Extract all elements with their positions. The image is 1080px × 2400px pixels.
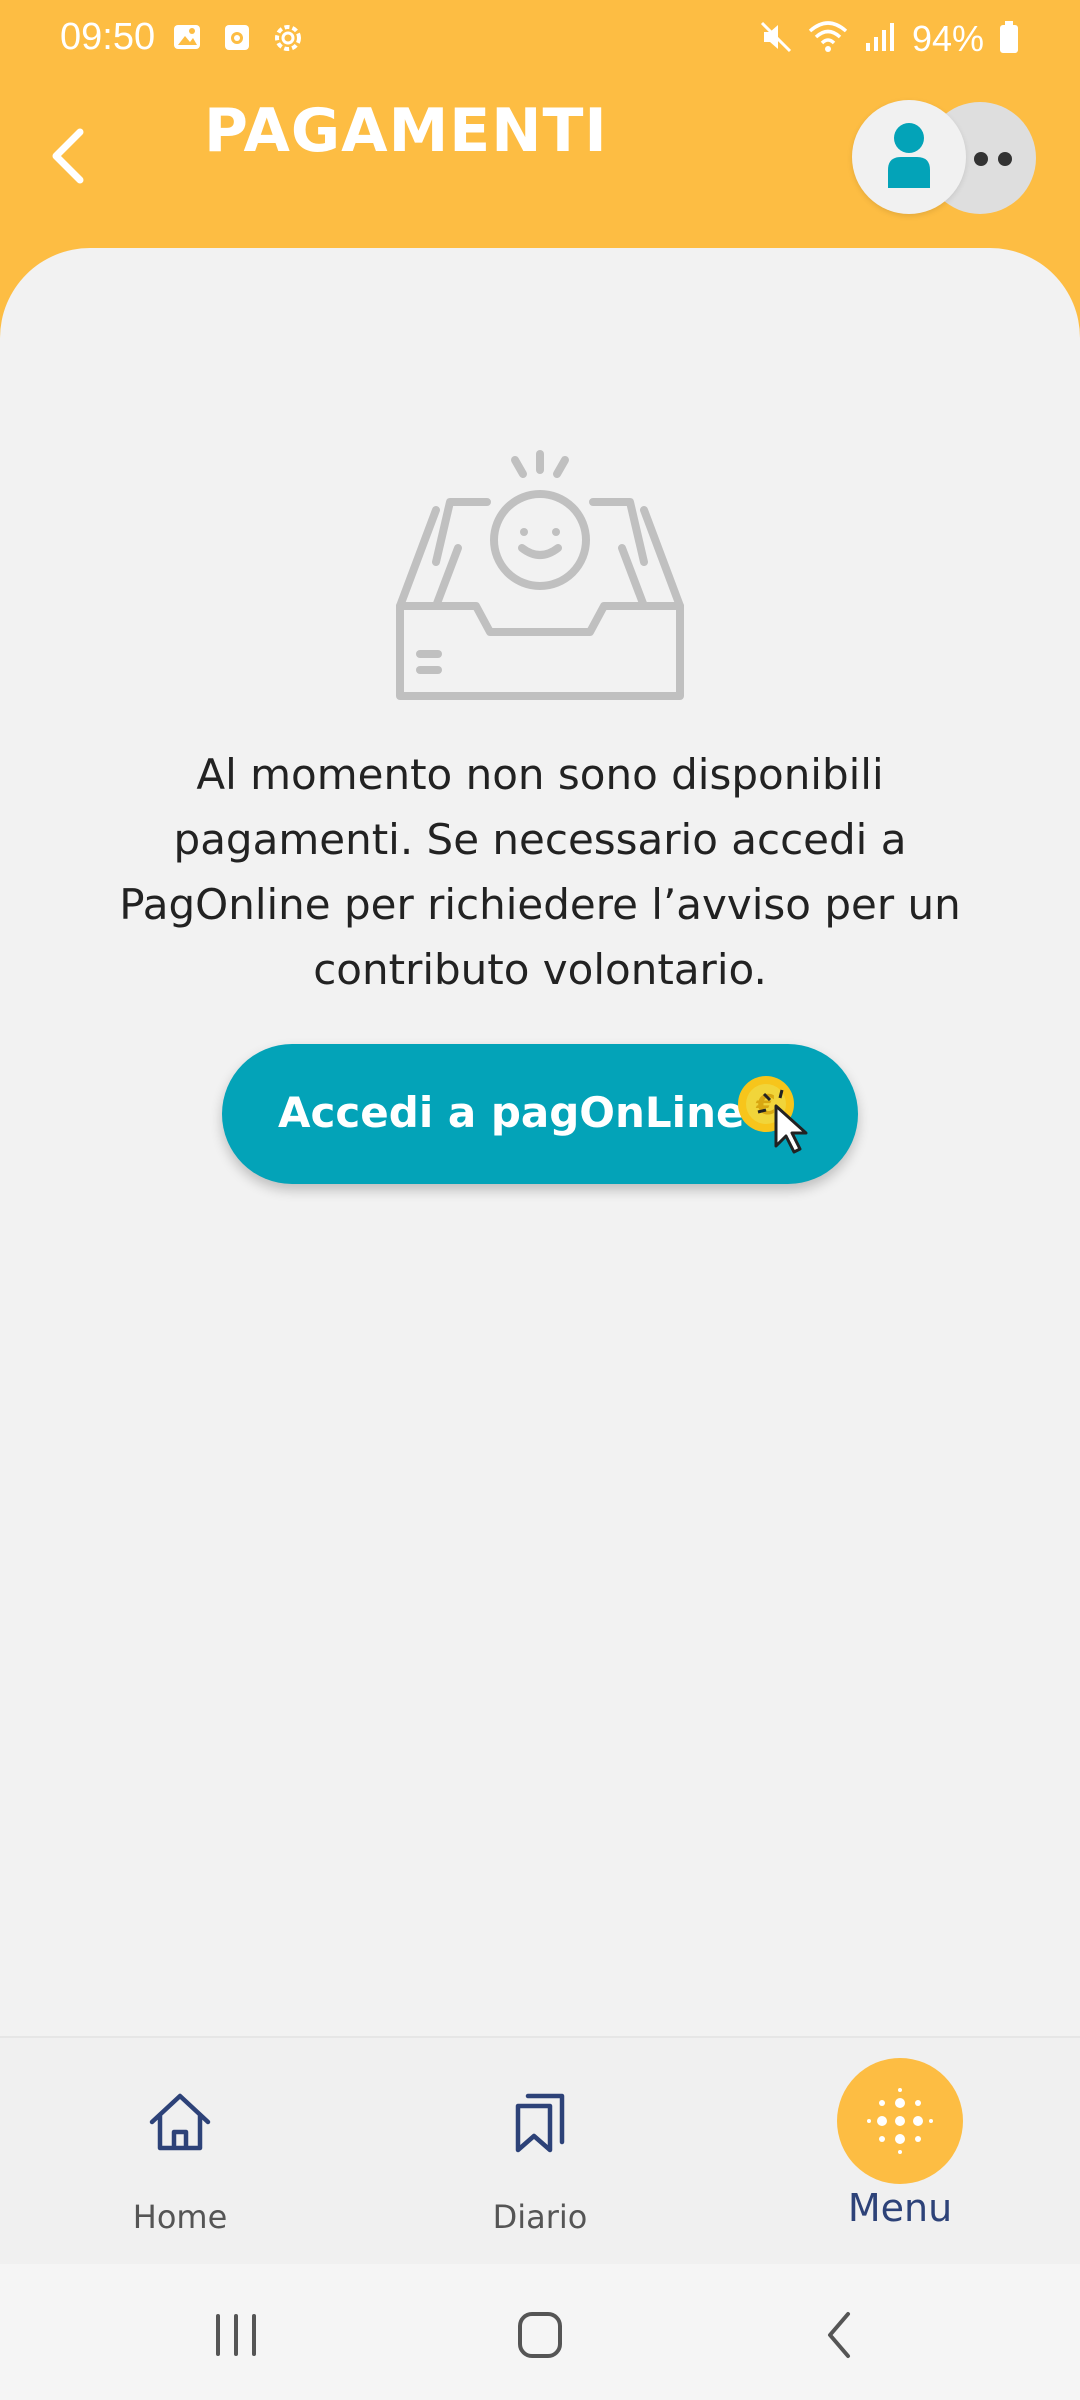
wifi-icon [808,19,848,60]
gallery-icon [172,22,202,59]
signal-icon [862,19,898,60]
home-button-icon[interactable] [500,2300,580,2370]
nav-label-diario: Diario [492,2198,588,2236]
menu-grid-icon [837,2058,963,2184]
empty-inbox-icon [392,448,688,708]
main-content: Al momento non sono disponibili pagament… [0,248,1080,2038]
settings-gear-icon [272,22,304,59]
status-notification-icons [172,22,304,59]
nav-label-home: Home [132,2198,228,2236]
pagonline-button-label: Accedi a pagOnLine [278,1088,745,1137]
avatar[interactable] [852,100,966,214]
status-time: 09:50 [60,16,156,58]
svg-text:€: € [755,1088,775,1121]
page-title: PAGAMENTI [204,96,608,166]
system-navigation-bar [0,2264,1080,2400]
euro-coin-click-icon: € [736,1074,816,1154]
bookmarks-icon [506,2088,574,2156]
status-bar: 09:50 94% [0,0,1080,80]
calendar-icon [222,22,252,59]
more-dots-icon [974,152,1012,166]
recent-apps-icon[interactable] [196,2300,276,2370]
battery-percentage: 94% [911,18,984,59]
pagonline-button[interactable]: Accedi a pagOnLine € [222,1044,858,1184]
back-icon[interactable] [800,2300,880,2370]
nav-item-home[interactable]: Home [50,2038,310,2266]
profile-switcher[interactable] [852,100,1042,220]
empty-state-message: Al momento non sono disponibili pagament… [119,750,961,994]
bottom-navigation: Home Diario Menu [0,2036,1080,2264]
home-icon [146,2088,214,2156]
nav-label-menu: Menu [847,2186,953,2230]
nav-item-menu[interactable]: Menu [770,2038,1030,2266]
status-system-icons: 94% [758,18,1020,60]
user-icon [888,123,930,188]
battery-icon [998,19,1020,60]
mute-icon [758,19,794,60]
nav-item-diario[interactable]: Diario [410,2038,670,2266]
back-button[interactable] [36,120,108,192]
